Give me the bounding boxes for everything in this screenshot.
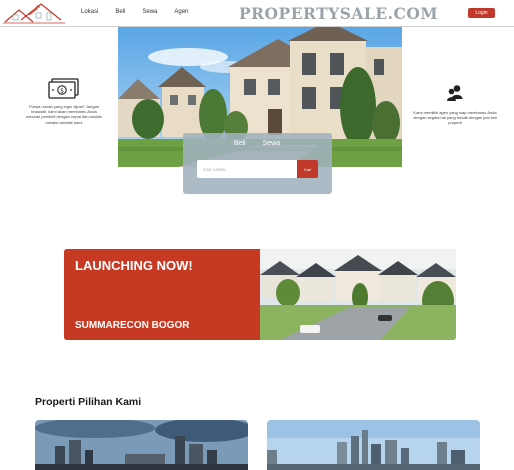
tab-sewa[interactable]: Sewa [263, 140, 281, 147]
section-title: Properti Pilihan Kami [35, 396, 142, 408]
banner-subtitle: SUMMARECON BOGOR [75, 320, 190, 331]
feature-agent-text: Kami memiliki agen yang siap membantu An… [413, 110, 497, 126]
search-panel: Beli Sewa Cari Lokasi Cari [183, 133, 332, 194]
tab-beli[interactable]: Beli [234, 140, 246, 147]
money-icon: $ [48, 78, 79, 99]
nav-beli[interactable]: Beli [115, 9, 125, 15]
site-header: Lokasi Beli Sewa Agen PROPERTYSALE.COM L… [0, 0, 514, 27]
nav-agen[interactable]: Agen [174, 9, 188, 15]
login-button[interactable]: Login [468, 8, 495, 18]
banner-title: LAUNCHING NOW! [75, 258, 193, 273]
banner-estate-image [260, 249, 456, 340]
main-nav: Lokasi Beli Sewa Agen [81, 9, 205, 15]
nav-lokasi[interactable]: Lokasi [81, 9, 98, 15]
property-card-image[interactable] [35, 420, 248, 470]
nav-sewa[interactable]: Sewa [142, 9, 157, 15]
feature-sell-text: Punya rumah yang ingin dijual? Jangan kh… [26, 104, 102, 125]
search-input[interactable]: Cari Lokasi [197, 160, 297, 178]
brand-title[interactable]: PROPERTYSALE.COM [239, 4, 438, 23]
search-tabs: Beli Sewa [183, 140, 332, 147]
svg-text:$: $ [60, 88, 64, 95]
house-logo-icon[interactable] [3, 1, 65, 25]
search-button[interactable]: Cari [297, 160, 318, 178]
launch-banner[interactable]: LAUNCHING NOW! SUMMARECON BOGOR [64, 249, 456, 340]
property-card-image[interactable] [267, 420, 480, 470]
people-icon [447, 85, 463, 101]
